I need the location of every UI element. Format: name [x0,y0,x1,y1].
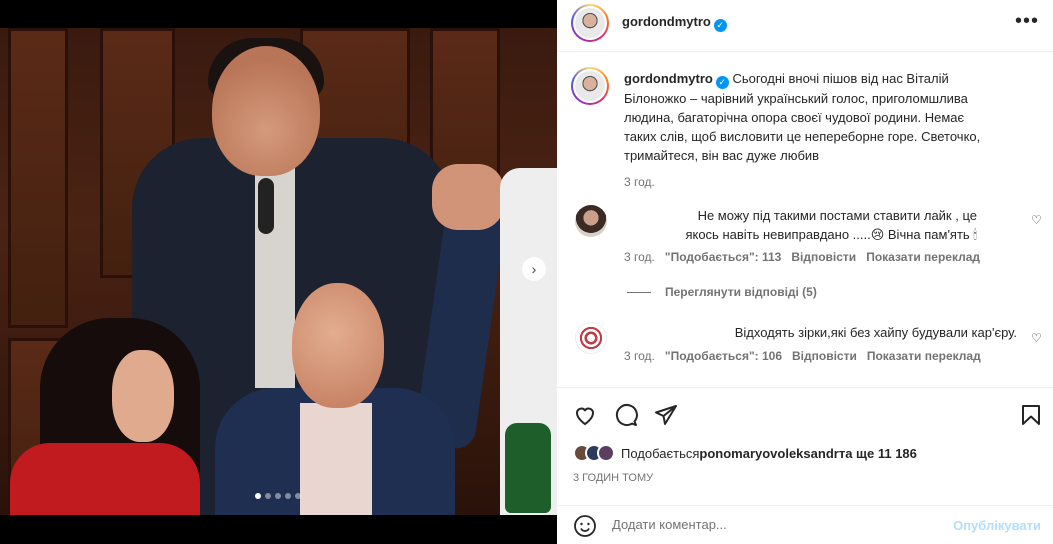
comment-meta: 3 год. "Подобається": 106 Відповісти Пок… [624,349,981,363]
carousel-dot [275,493,281,499]
carousel-dot [295,493,301,499]
likes-count[interactable]: та ще 11 186 [839,446,917,461]
man-face [292,283,384,408]
post-photo[interactable] [0,28,557,515]
post-header: gordondmytro ✓ ••• [557,0,1053,52]
comment-translate-button[interactable]: Показати переклад [866,250,980,264]
share-icon[interactable] [654,403,678,427]
likes-summary: Подобається ponomaryovoleksandr та ще 11… [573,444,917,462]
view-replies-button[interactable]: Переглянути відповіді (5) [627,285,817,299]
verified-badge-icon: ✓ [715,76,729,89]
comment-icon[interactable] [614,403,638,427]
more-options-icon[interactable]: ••• [1015,10,1039,33]
likes-prefix: Подобається [621,445,700,461]
comment-reply-button[interactable]: Відповісти [792,349,857,363]
comment-age: 3 год. [624,349,655,363]
comment-meta: 3 год. "Подобається": 113 Відповісти Пок… [624,250,980,264]
woman-face [112,350,174,442]
add-comment-bar: Опублікувати [557,505,1053,544]
comment-translate-button[interactable]: Показати переклад [867,349,981,363]
commenter-avatar[interactable] [575,205,607,237]
post-side-panel: gordondmytro ✓ ••• gordondmytro ✓ Сьогодні… [557,0,1053,544]
caption-age: 3 год. [624,175,655,189]
caption-username[interactable]: gordondmytro [624,71,713,86]
heart-icon[interactable] [573,403,597,427]
emoji-icon[interactable] [573,514,597,538]
carousel-dot [285,493,291,499]
instagram-post-modal: › gordondmytro ✓ ••• gordondmytro ✓ Сьог… [0,0,1053,544]
bookmark-icon[interactable] [1019,403,1043,427]
man-shirt [300,403,372,515]
clasped-hands [432,164,504,230]
post-timestamp[interactable]: 3 ГОДИН ТОМУ [573,472,653,484]
comment-text: Не можу під такими постами ставити лайк … [685,208,977,242]
green-bottle [505,423,551,513]
liker-username[interactable]: ponomaryovoleksandr [699,446,838,461]
carousel-indicator [255,493,301,499]
publish-button[interactable]: Опублікувати [953,518,1041,533]
caption-author-avatar[interactable] [571,67,609,105]
microphone [258,178,274,234]
post-caption: gordondmytro ✓ Сьогодні вночі пішов від н… [624,69,984,192]
comment-age: 3 год. [624,250,655,264]
author-username[interactable]: gordondmytro ✓ [622,14,727,32]
author-avatar[interactable] [571,4,609,42]
comment-heart-icon[interactable]: ♡ [1031,213,1043,227]
add-comment-input[interactable] [612,517,932,532]
comment-heart-icon[interactable]: ♡ [1031,331,1043,345]
post-media: › [0,0,557,544]
carousel-dot [255,493,261,499]
carousel-dot [265,493,271,499]
verified-badge-icon: ✓ [713,19,727,32]
singer-face [212,46,320,176]
comments-section[interactable]: gordondmytro ✓ Сьогодні вночі пішов від н… [557,53,1053,388]
comment-text: Відходять зірки,які без хайпу будували к… [734,325,1017,340]
comment-likes[interactable]: "Подобається": 113 [665,250,781,264]
comment-likes[interactable]: "Подобається": 106 [665,349,782,363]
commenter-avatar[interactable] [575,322,607,354]
red-dress [10,443,200,515]
carousel-next-icon[interactable]: › [522,257,546,281]
comment-reply-button[interactable]: Відповісти [791,250,856,264]
post-actions [557,389,1053,439]
wood-panel [8,28,68,328]
liker-avatar [597,444,615,462]
